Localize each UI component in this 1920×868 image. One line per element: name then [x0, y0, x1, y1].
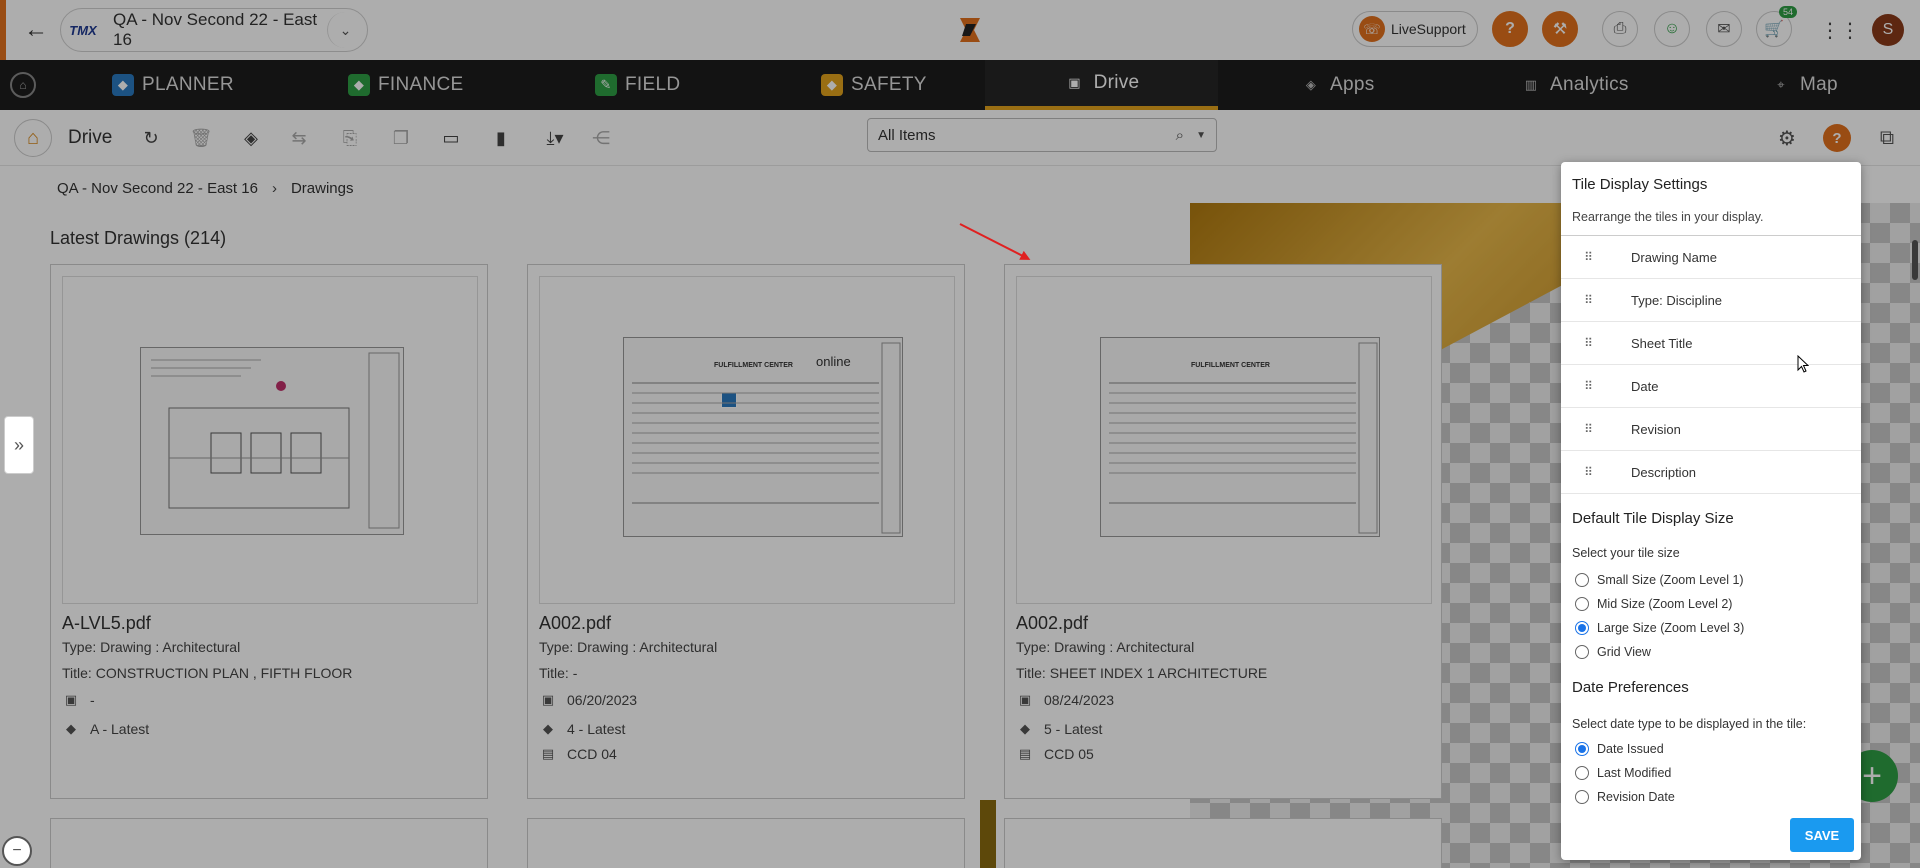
radio-button[interactable] [1575, 790, 1589, 804]
tile-item-sheet-title[interactable]: ⠿ Sheet Title [1561, 322, 1861, 365]
radio-button[interactable] [1575, 645, 1589, 659]
expand-sidebar-button[interactable]: » [4, 416, 34, 474]
radio-grid-view[interactable]: Grid View [1575, 645, 1651, 659]
tile-item-revision[interactable]: ⠿ Revision [1561, 408, 1861, 451]
radio-small-size[interactable]: Small Size (Zoom Level 1) [1575, 573, 1744, 587]
date-preferences-heading: Date Preferences [1572, 679, 1689, 696]
tile-item-type[interactable]: ⠿ Type: Discipline [1561, 279, 1861, 322]
radio-mid-size[interactable]: Mid Size (Zoom Level 2) [1575, 597, 1732, 611]
date-preferences-help: Select date type to be displayed in the … [1572, 717, 1807, 731]
minus-icon: − [12, 842, 22, 859]
tile-size-heading: Default Tile Display Size [1572, 510, 1734, 527]
drag-handle-icon[interactable]: ⠿ [1581, 379, 1595, 393]
panel-title: Tile Display Settings [1572, 176, 1708, 193]
radio-button[interactable] [1575, 597, 1589, 611]
radio-button-selected[interactable] [1575, 621, 1589, 635]
radio-button-selected[interactable] [1575, 742, 1589, 756]
radio-revision-date[interactable]: Revision Date [1575, 790, 1675, 804]
zoom-out-button[interactable]: − [2, 836, 32, 866]
tile-size-help: Select your tile size [1572, 546, 1680, 560]
drag-handle-icon[interactable]: ⠿ [1581, 293, 1595, 307]
tile-item-description[interactable]: ⠿ Description [1561, 451, 1861, 494]
mouse-cursor-icon [1797, 355, 1809, 373]
radio-large-size[interactable]: Large Size (Zoom Level 3) [1575, 621, 1744, 635]
drag-handle-icon[interactable]: ⠿ [1581, 336, 1595, 350]
radio-button[interactable] [1575, 766, 1589, 780]
drag-handle-icon[interactable]: ⠿ [1581, 422, 1595, 436]
drag-handle-icon[interactable]: ⠿ [1581, 250, 1595, 264]
radio-date-issued[interactable]: Date Issued [1575, 742, 1664, 756]
save-button[interactable]: SAVE [1790, 818, 1854, 852]
radio-button[interactable] [1575, 573, 1589, 587]
tile-item-drawing-name[interactable]: ⠿ Drawing Name [1561, 236, 1861, 279]
panel-subtitle: Rearrange the tiles in your display. [1572, 210, 1764, 224]
drag-handle-icon[interactable]: ⠿ [1581, 465, 1595, 479]
double-chevron-right-icon: » [13, 434, 24, 455]
radio-last-modified[interactable]: Last Modified [1575, 766, 1671, 780]
tile-item-date[interactable]: ⠿ Date [1561, 365, 1861, 408]
tile-display-settings-panel: Tile Display Settings Rearrange the tile… [1561, 162, 1861, 860]
